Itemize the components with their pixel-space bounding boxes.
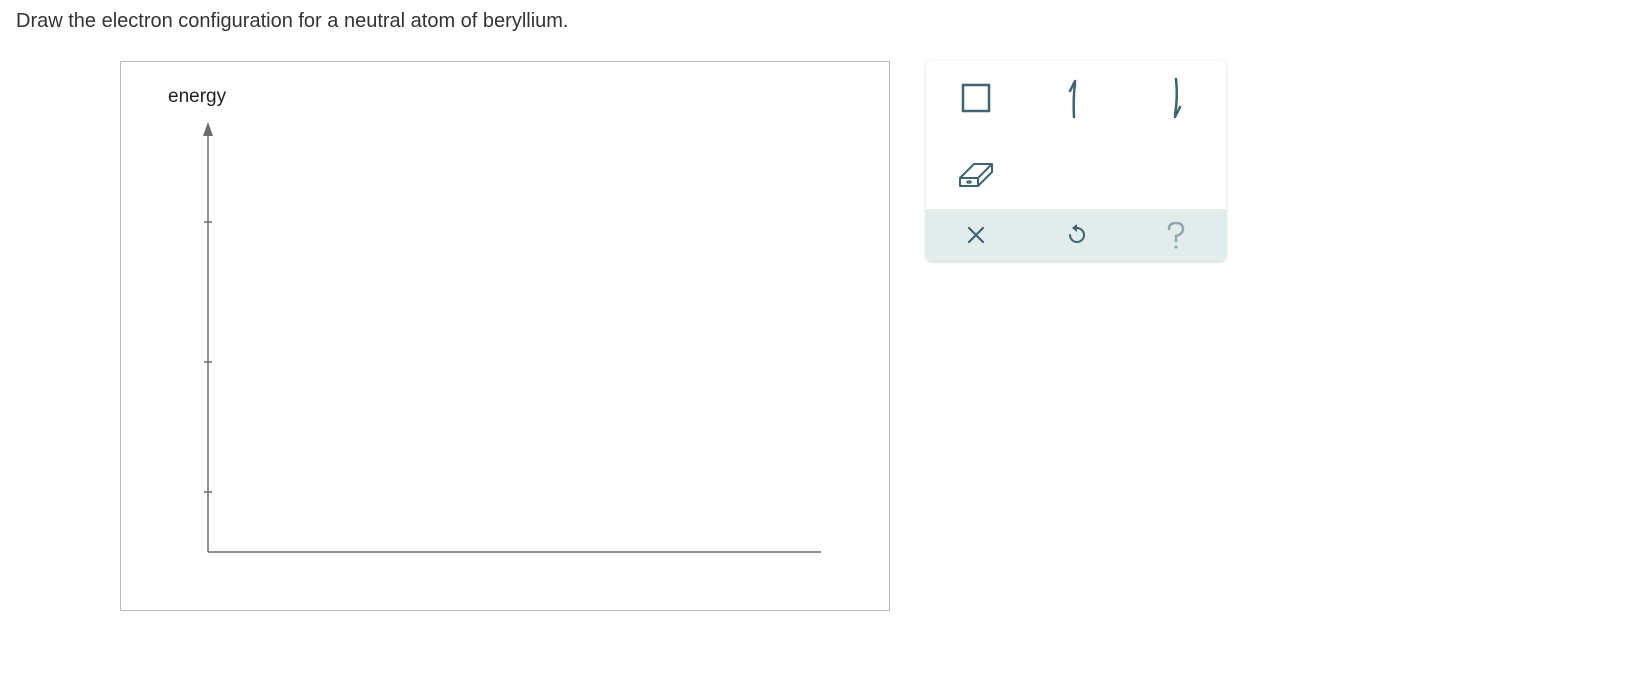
help-button[interactable]	[1126, 209, 1226, 261]
orbital-box-tool[interactable]	[926, 61, 1026, 135]
orbital-box-icon	[961, 83, 991, 113]
spin-down-tool[interactable]	[1126, 61, 1226, 135]
spin-up-arrow-icon	[1062, 75, 1090, 121]
spin-down-arrow-icon	[1162, 75, 1190, 121]
workspace: energy	[16, 61, 1628, 611]
undo-icon	[1064, 223, 1088, 247]
spin-up-tool[interactable]	[1026, 61, 1126, 135]
action-row	[926, 209, 1226, 261]
undo-button[interactable]	[1026, 209, 1126, 261]
eraser-icon	[954, 156, 998, 188]
energy-axis	[121, 62, 891, 612]
tool-row-2	[926, 135, 1226, 209]
tool-palette	[926, 61, 1226, 261]
question-prompt: Draw the electron configuration for a ne…	[16, 10, 1628, 33]
tool-row-1	[926, 61, 1226, 135]
empty-cell-2	[1126, 135, 1226, 209]
eraser-tool[interactable]	[926, 135, 1026, 209]
question-mark-icon	[1165, 220, 1187, 250]
drawing-canvas[interactable]: energy	[120, 61, 890, 611]
close-icon	[966, 225, 986, 245]
clear-button[interactable]	[926, 209, 1026, 261]
empty-cell-1	[1026, 135, 1126, 209]
